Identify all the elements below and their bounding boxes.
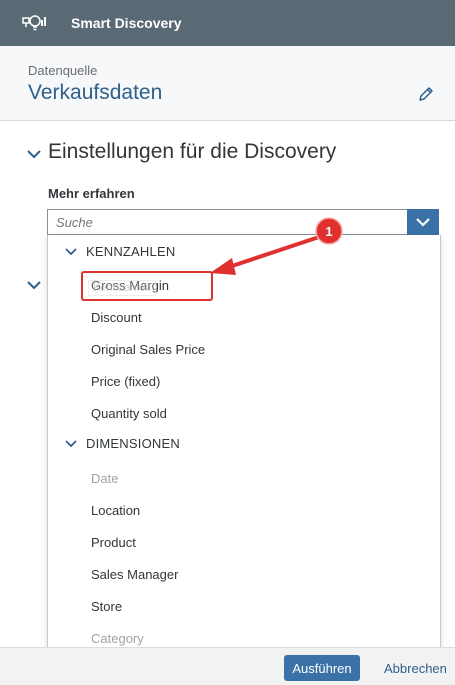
run-button[interactable]: Ausführen <box>284 655 360 681</box>
list-item-sales-manager[interactable]: Sales Manager <box>91 567 178 582</box>
search-input[interactable] <box>47 209 407 235</box>
dropdown-toggle-button[interactable] <box>407 209 439 235</box>
data-source-name: Verkaufsdaten <box>28 81 163 104</box>
chevron-down-icon[interactable] <box>26 277 42 293</box>
more-info-label: Mehr erfahren <box>48 186 135 201</box>
list-item-store[interactable]: Store <box>91 599 122 614</box>
footer-bar: Ausführen Abbrechen <box>0 647 455 685</box>
search-combobox <box>47 209 439 235</box>
list-item-category: Category <box>91 631 144 646</box>
data-source-header: Datenquelle Verkaufsdaten <box>0 46 455 121</box>
list-item-location[interactable]: Location <box>91 503 140 518</box>
list-item-discount[interactable]: Discount <box>91 310 142 325</box>
chevron-down-icon <box>65 440 77 448</box>
chevron-down-icon <box>27 150 41 159</box>
group-label: DIMENSIONEN <box>86 436 180 451</box>
data-source-label: Datenquelle <box>28 63 98 78</box>
list-item-date: Date <box>91 471 119 486</box>
title-bar: Smart Discovery <box>0 0 455 46</box>
list-item-original-sales-price[interactable]: Original Sales Price <box>91 342 205 357</box>
chevron-down-icon <box>416 218 430 227</box>
app-title: Smart Discovery <box>71 15 182 31</box>
chevron-down-icon <box>65 248 77 256</box>
cancel-button[interactable]: Abbrechen <box>378 655 453 681</box>
smart-discovery-icon <box>22 15 46 31</box>
list-item-quantity-sold[interactable]: Quantity sold <box>91 406 167 421</box>
group-label: KENNZAHLEN <box>86 244 176 259</box>
annotation-highlight-box <box>81 271 213 301</box>
list-item-product[interactable]: Product <box>91 535 136 550</box>
settings-section-title: Einstellungen für die Discovery <box>48 140 337 163</box>
list-item-price-fixed[interactable]: Price (fixed) <box>91 374 160 389</box>
pencil-icon[interactable] <box>416 84 436 104</box>
